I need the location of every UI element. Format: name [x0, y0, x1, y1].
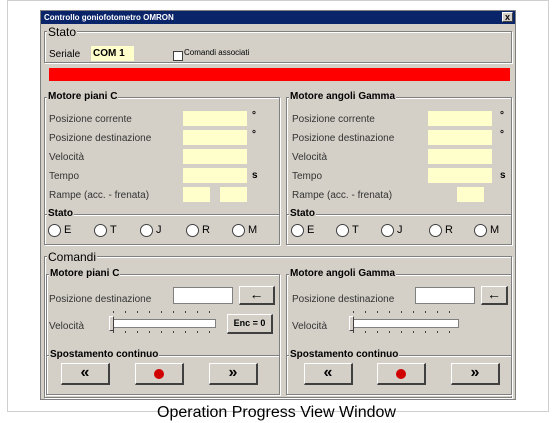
motore-gamma-heading: Motore angoli Gamma — [289, 91, 397, 102]
cmd-gamma-spost-heading: Spostamento continuo — [289, 349, 400, 360]
cmd-c-pos-input[interactable] — [173, 287, 233, 304]
c-row-label: Velocità — [49, 152, 85, 163]
cmd-c-slider-ticks-bottom — [113, 331, 213, 333]
cmd-gamma-go-button[interactable]: ← — [481, 286, 508, 305]
c-row-label: Tempo — [49, 171, 80, 182]
gamma-radio-t[interactable] — [336, 224, 349, 237]
cmd-gamma-slider-ticks-bottom — [353, 331, 453, 333]
title-bar: Controllo goniofotometro OMRON x — [41, 11, 515, 24]
cmd-c-heading: Motore piani C — [49, 268, 121, 279]
gamma-radio-j[interactable] — [381, 224, 394, 237]
gamma-radio-m[interactable] — [474, 224, 487, 237]
c-unit: ° — [252, 129, 256, 140]
c-radio-r[interactable] — [186, 224, 199, 237]
stop-icon — [396, 369, 406, 379]
c-tempo-field — [183, 168, 247, 183]
gamma-rampe-acc-field — [457, 187, 484, 202]
motore-c-heading: Motore piani C — [47, 91, 119, 102]
stop-icon — [154, 369, 164, 379]
c-rampe-frenata-field — [220, 187, 247, 202]
fast-forward-icon: » — [228, 364, 238, 381]
gamma-posizione-destinazione-field — [428, 130, 492, 145]
cmd-c-vel-label: Velocità — [49, 321, 85, 332]
c-posizione-corrente-field — [183, 111, 247, 126]
c-unit: s — [252, 170, 258, 181]
cmd-gamma-pos-label: Posizione destinazione — [292, 294, 395, 305]
gamma-row-label: Posizione corrente — [292, 114, 375, 125]
gamma-tempo-field — [428, 168, 492, 183]
gamma-row-label: Rampe (acc. - frenata) — [292, 190, 393, 201]
gamma-radio-label: T — [352, 224, 359, 236]
c-radio-m[interactable] — [232, 224, 245, 237]
c-velocita-field — [183, 149, 247, 164]
cmd-c-velocity-slider[interactable] — [111, 319, 216, 328]
close-button[interactable]: x — [502, 12, 513, 22]
cmd-c-slider-thumb[interactable] — [109, 316, 114, 331]
c-radio-label: E — [64, 224, 72, 236]
cmd-gamma-pos-input[interactable] — [415, 287, 475, 304]
cmd-gamma-slider-ticks-top — [353, 311, 453, 313]
cmd-gamma-rewind-button[interactable]: « — [304, 363, 353, 385]
cmd-gamma-velocity-slider[interactable] — [351, 319, 459, 328]
c-radio-label: J — [156, 224, 162, 236]
cmd-gamma-slider-thumb[interactable] — [349, 316, 354, 331]
comandi-associati-checkbox[interactable] — [173, 51, 183, 61]
cmd-gamma-stop-button[interactable] — [377, 363, 426, 385]
arrow-left-icon: ← — [487, 286, 501, 302]
cmd-c-go-button[interactable]: ← — [239, 286, 275, 305]
gamma-row-label: Posizione destinazione — [292, 133, 395, 144]
cmd-c-pos-label: Posizione destinazione — [49, 294, 152, 305]
gamma-radio-r[interactable] — [429, 224, 442, 237]
status-bar — [49, 68, 510, 81]
c-radio-e[interactable] — [48, 224, 61, 237]
rewind-icon: « — [80, 364, 90, 381]
c-posizione-destinazione-field — [183, 130, 247, 145]
cmd-c-stop-button[interactable] — [135, 363, 184, 385]
fast-forward-icon: » — [470, 364, 480, 381]
gamma-posizione-corrente-field — [428, 111, 492, 126]
c-row-label: Posizione corrente — [49, 114, 132, 125]
c-stato-heading: Stato — [47, 208, 74, 219]
figure-caption: Operation Progress View Window — [157, 404, 396, 421]
gamma-radio-label: J — [397, 224, 403, 236]
stato-heading: Stato — [47, 25, 78, 39]
comandi-associati-label: Comandi associati — [184, 48, 250, 57]
c-row-label: Rampe (acc. - frenata) — [49, 190, 150, 201]
cmd-c-spost-heading: Spostamento continuo — [49, 349, 160, 360]
gamma-radio-label: R — [445, 224, 453, 236]
seriale-value: COM 1 — [93, 48, 125, 59]
seriale-field[interactable]: COM 1 — [91, 46, 134, 61]
cmd-gamma-vel-label: Velocità — [292, 321, 328, 332]
cmd-c-slider-ticks-top — [113, 311, 213, 313]
c-radio-label: M — [248, 224, 258, 236]
cmd-c-forward-button[interactable]: » — [209, 363, 258, 385]
rewind-icon: « — [323, 364, 333, 381]
gamma-unit: ° — [500, 110, 504, 121]
c-row-label: Posizione destinazione — [49, 133, 152, 144]
enc-zero-button[interactable]: Enc = 0 — [227, 314, 273, 334]
c-radio-t[interactable] — [94, 224, 107, 237]
gamma-row-label: Tempo — [292, 171, 323, 182]
gamma-unit: s — [500, 170, 506, 181]
gamma-radio-label: M — [490, 224, 500, 236]
gamma-radio-label: E — [307, 224, 315, 236]
gamma-velocita-field — [428, 149, 492, 164]
comandi-heading: Comandi — [47, 250, 98, 264]
c-radio-label: R — [202, 224, 210, 236]
c-unit: ° — [252, 110, 256, 121]
cmd-c-rewind-button[interactable]: « — [61, 363, 110, 385]
window-title: Controllo goniofotometro OMRON — [44, 13, 174, 22]
app-window: Controllo goniofotometro OMRON x Stato S… — [40, 10, 516, 400]
gamma-stato-heading: Stato — [289, 208, 316, 219]
cmd-gamma-forward-button[interactable]: » — [451, 363, 500, 385]
gamma-row-label: Velocità — [292, 152, 328, 163]
seriale-label: Seriale — [49, 49, 81, 60]
gamma-unit: ° — [500, 129, 504, 140]
gamma-radio-e[interactable] — [291, 224, 304, 237]
cmd-gamma-heading: Motore angoli Gamma — [289, 268, 397, 279]
c-radio-j[interactable] — [140, 224, 153, 237]
arrow-left-icon: ← — [249, 286, 264, 302]
c-radio-label: T — [110, 224, 117, 236]
c-rampe-acc-field — [183, 187, 210, 202]
